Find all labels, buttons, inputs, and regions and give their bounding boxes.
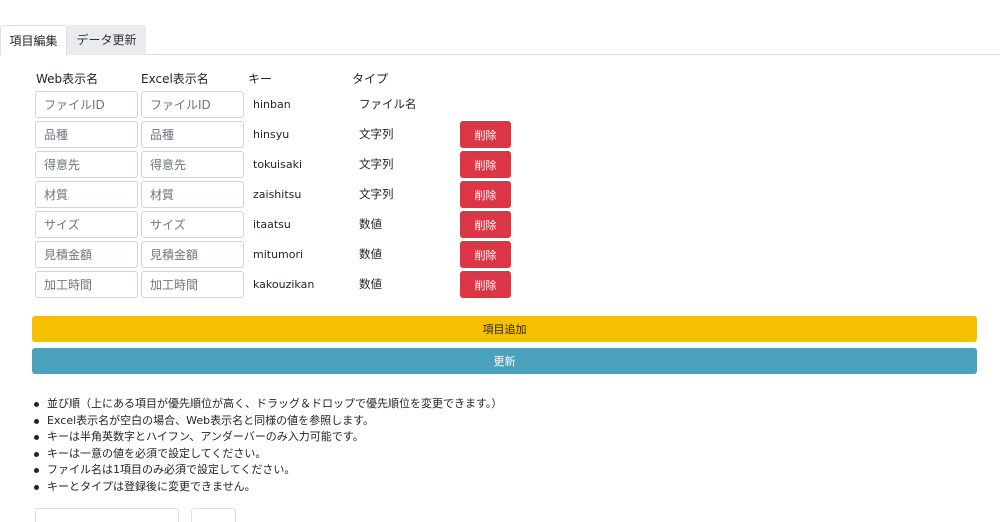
note-text: キーは半角英数字とハイフン、アンダーバーのみ入力可能です。 (47, 430, 364, 443)
tab-item-edit[interactable]: 項目編集 (0, 25, 67, 56)
bullet-icon (34, 418, 39, 424)
field-row[interactable]: kakouzikan 数値 削除 (0, 271, 1000, 298)
delete-button[interactable]: 削除 (460, 181, 511, 208)
field-row[interactable]: tokuisaki 文字列 削除 (0, 151, 1000, 178)
field-row[interactable]: mitumori 数値 削除 (0, 241, 1000, 268)
header-excel-name: Excel表示名 (141, 72, 209, 86)
field-row[interactable]: itaatsu 数値 削除 (0, 211, 1000, 238)
field-row[interactable]: zaishitsu 文字列 削除 (0, 181, 1000, 208)
web-name-input[interactable] (35, 121, 138, 148)
tab-data-update[interactable]: データ更新 (67, 25, 146, 55)
web-name-input[interactable] (35, 241, 138, 268)
excel-name-input[interactable] (141, 151, 244, 178)
delete-button[interactable]: 削除 (460, 271, 511, 298)
delete-button[interactable]: 削除 (460, 211, 511, 238)
key-value: mitumori (253, 248, 304, 261)
web-name-input[interactable] (35, 181, 138, 208)
type-value: 文字列 (359, 157, 394, 171)
note-text: Excel表示名が空白の場合、Web表示名と同様の値を参照します。 (47, 413, 375, 427)
web-name-input[interactable] (35, 271, 138, 298)
delete-button[interactable]: 削除 (460, 151, 511, 178)
note-item: ファイル名は1項目のみ必須で設定してください。 (31, 462, 971, 479)
key-value: tokuisaki (253, 158, 303, 171)
bullet-icon (34, 468, 39, 473)
note-item: キーとタイプは登録後に変更できません。 (31, 479, 971, 496)
key-value: hinban (253, 98, 291, 111)
note-text: キーとタイプは登録後に変更できません。 (47, 479, 256, 493)
field-row[interactable]: hinban ファイル名 (0, 91, 1000, 118)
key-value: hinsyu (253, 128, 290, 141)
bullet-icon (34, 435, 39, 440)
bullet-icon (34, 451, 39, 457)
field-row[interactable]: hinsyu 文字列 削除 (0, 121, 1000, 148)
note-text: キーは一意の値を必須で設定してください。 (47, 446, 267, 460)
type-value: 数値 (359, 217, 382, 231)
type-value: 数値 (359, 277, 382, 291)
excel-name-input[interactable] (141, 241, 244, 268)
excel-name-input[interactable] (141, 181, 244, 208)
header-type: タイプ (352, 72, 389, 86)
excel-name-input[interactable] (141, 271, 244, 298)
type-value: 文字列 (359, 127, 394, 141)
bullet-icon (34, 402, 39, 407)
delete-button[interactable]: 削除 (460, 241, 511, 268)
update-button[interactable]: 更新 (32, 348, 977, 374)
header-web-name: Web表示名 (36, 72, 99, 86)
note-text: ファイル名は1項目のみ必須で設定してください。 (47, 463, 296, 476)
type-value: 数値 (359, 247, 382, 261)
add-field-button[interactable]: 項目追加 (32, 316, 977, 342)
delete-button[interactable]: 削除 (460, 121, 511, 148)
key-value: itaatsu (253, 218, 291, 231)
note-item: 並び順（上にある項目が優先順位が高く、ドラッグ＆ドロップで優先順位を変更できます… (31, 396, 971, 413)
note-item: キーは半角英数字とハイフン、アンダーバーのみ入力可能です。 (31, 429, 971, 446)
excel-name-input[interactable] (141, 211, 244, 238)
note-item: Excel表示名が空白の場合、Web表示名と同様の値を参照します。 (31, 413, 971, 430)
type-value: 文字列 (359, 187, 394, 201)
web-name-input[interactable] (35, 151, 138, 178)
type-value: ファイル名 (359, 97, 417, 111)
excel-name-input[interactable] (141, 121, 244, 148)
tab-bar: 項目編集 データ更新 (0, 25, 1000, 56)
web-name-input[interactable] (35, 91, 138, 118)
key-value: kakouzikan (253, 278, 315, 291)
web-name-input[interactable] (35, 211, 138, 238)
excel-name-input[interactable] (141, 91, 244, 118)
note-text: 並び順（上にある項目が優先順位が高く、ドラッグ＆ドロップで優先順位を変更できます… (47, 397, 503, 410)
note-item: キーは一意の値を必須で設定してください。 (31, 446, 971, 463)
notes-list: 並び順（上にある項目が優先順位が高く、ドラッグ＆ドロップで優先順位を変更できます… (31, 396, 971, 495)
bullet-icon (34, 484, 39, 490)
header-key: キー (248, 72, 273, 86)
key-value: zaishitsu (253, 188, 302, 201)
